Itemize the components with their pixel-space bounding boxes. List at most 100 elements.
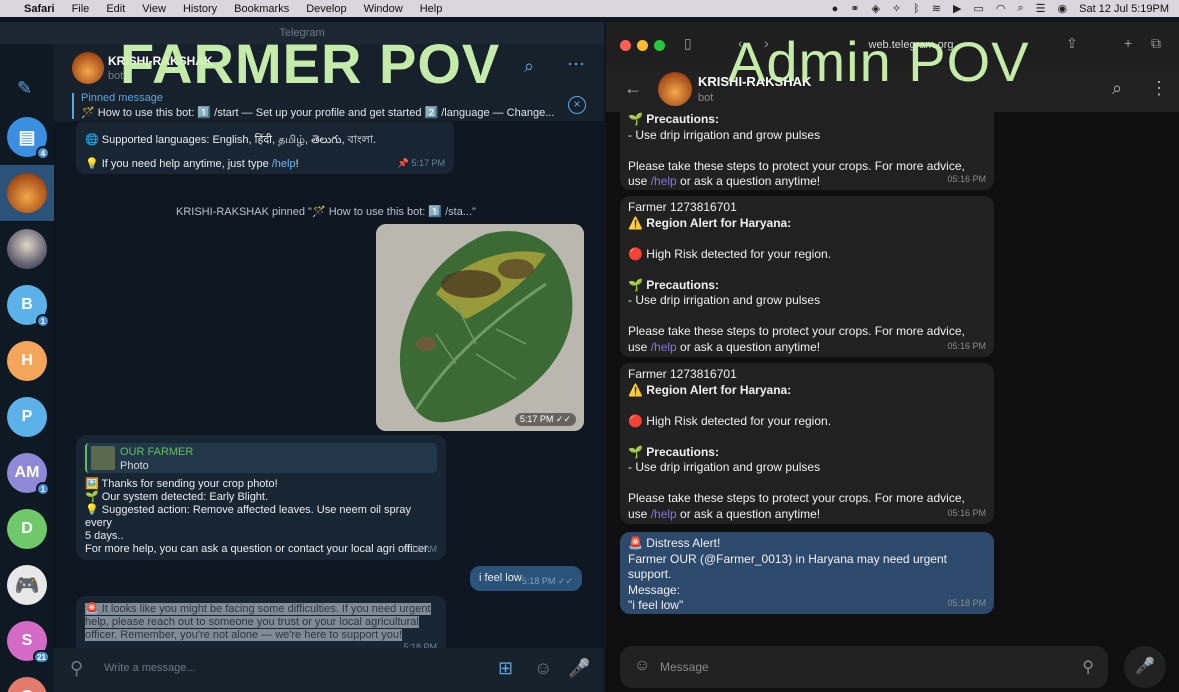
region-alert-bubble: Farmer 1273816701 ⚠️ Region Alert for Ha…	[620, 363, 994, 524]
unread-badge: 21	[33, 650, 50, 664]
avatar-initials: P	[21, 408, 33, 425]
chat-item-am[interactable]: AM 1	[7, 453, 50, 496]
message-time: 5:18 PM ✓✓	[521, 576, 573, 586]
sidebar-icon[interactable]: ▯	[684, 35, 692, 52]
close-icon[interactable]: ×	[568, 96, 586, 114]
chat-item-b[interactable]: B 1	[7, 285, 50, 328]
play-icon[interactable]: ▶	[953, 2, 961, 15]
search-icon[interactable]: ⌕	[524, 56, 534, 77]
vpn-icon[interactable]: ◈	[871, 2, 879, 15]
chat-item-gaming[interactable]: 🎮	[7, 565, 47, 605]
precautions-text: - Use drip irrigation and grow pulses	[628, 460, 821, 474]
back-arrow-icon[interactable]: ←	[624, 78, 642, 99]
control-center-icon[interactable]: ☰	[1036, 2, 1046, 15]
stats-icon[interactable]: ≋	[932, 2, 941, 15]
emoji-icon[interactable]: ☺	[634, 657, 650, 675]
microphone-icon[interactable]: 🎤	[1124, 646, 1166, 688]
link-icon[interactable]: ⚭	[850, 2, 859, 15]
farmer-pov-label: FARMER POV	[120, 32, 501, 95]
message-line: 🚨 It looks like you might be facing some…	[85, 603, 431, 615]
menu-bookmarks[interactable]: Bookmarks	[234, 3, 289, 15]
menu-file[interactable]: File	[72, 3, 90, 15]
bot-avatar[interactable]	[72, 52, 104, 84]
chat-item-archive[interactable]: ▤ 4	[7, 117, 50, 160]
wifi-icon[interactable]: ◠	[996, 2, 1006, 15]
message-text: use	[628, 339, 651, 354]
chat-item-h[interactable]: H	[7, 341, 47, 381]
menu-history[interactable]: History	[183, 3, 217, 15]
menu-help[interactable]: Help	[420, 3, 443, 15]
emoji-icon[interactable]: ☺	[534, 658, 552, 679]
reply-preview[interactable]: OUR FARMER Photo	[85, 443, 437, 473]
gamepad-icon: 🎮	[14, 574, 40, 597]
chat-item-s[interactable]: S 21	[7, 621, 50, 664]
menu-edit[interactable]: Edit	[106, 3, 125, 15]
close-window-button[interactable]	[620, 40, 631, 51]
bluetooth-icon[interactable]: ᛒ	[913, 3, 920, 15]
accessibility-icon[interactable]: ✧	[892, 2, 901, 15]
message-text: use	[628, 174, 651, 188]
crop-photo[interactable]: 5:17 PM ✓✓	[376, 224, 584, 431]
spotlight-search-icon[interactable]: ⌕	[1017, 2, 1023, 15]
minimize-window-button[interactable]	[637, 40, 648, 51]
message-input[interactable]: Write a message...	[104, 662, 196, 674]
message-time: 05:18 PM	[947, 597, 986, 608]
microphone-icon[interactable]: 🎤	[568, 658, 590, 679]
new-tab-icon[interactable]: +	[1124, 35, 1132, 51]
menubar-clock[interactable]: Sat 12 Jul 5:19PM	[1079, 3, 1169, 15]
message-input[interactable]: Message	[660, 660, 709, 674]
more-vertical-icon[interactable]: ⋮	[1150, 78, 1168, 99]
chat-item-g[interactable]: G	[7, 677, 47, 692]
zoom-window-button[interactable]	[654, 40, 665, 51]
battery-icon[interactable]: ▭	[973, 2, 983, 15]
share-icon[interactable]: ⇪	[1066, 35, 1078, 52]
alert-bubble-partial: 🌱 Precautions: - Use drip irrigation and…	[620, 112, 994, 190]
message-area: 🌐 Supported languages: English, हिंदी, த…	[54, 122, 604, 670]
pinned-system-message: KRISHI-RAKSHAK pinned "🪄 How to use this…	[176, 206, 476, 218]
menu-window[interactable]: Window	[364, 3, 403, 15]
message-time: 05:16 PM	[947, 173, 986, 184]
advice-line: Please take these steps to protect your …	[628, 491, 965, 505]
attach-icon[interactable]: ⚲	[1082, 657, 1094, 677]
chat-item-krishi-rakshak[interactable]	[7, 173, 47, 213]
bot-status: bot	[698, 92, 714, 104]
more-icon[interactable]: ⋯	[567, 54, 585, 75]
help-link[interactable]: /help	[651, 340, 677, 354]
message-bubble-outgoing: i feel low 5:18 PM ✓✓	[470, 566, 582, 591]
search-icon[interactable]: ⌕	[1112, 78, 1122, 99]
menu-view[interactable]: View	[142, 3, 166, 15]
attach-icon[interactable]: ⚲	[70, 658, 83, 679]
pinned-indicator	[72, 93, 74, 119]
advice-line: Please take these steps to protect your …	[628, 324, 965, 338]
message-line: 💡 If you need help anytime, just type /h…	[85, 158, 445, 171]
message-time: 05:16 PM	[947, 340, 986, 351]
farmer-id: Farmer 1273816701	[628, 200, 737, 214]
help-link[interactable]: /help	[651, 507, 677, 521]
siri-icon[interactable]: ◉	[1058, 2, 1068, 15]
message-line: 5 days..	[85, 530, 124, 542]
message-text: or ask a question anytime!	[676, 506, 821, 521]
chat-item-d[interactable]: D	[7, 509, 47, 549]
bot-avatar[interactable]	[658, 72, 692, 106]
precautions-title: 🌱 Precautions:	[628, 277, 719, 292]
message-line: support.	[628, 567, 672, 581]
unread-badge: 4	[36, 146, 50, 160]
unread-badge: 1	[36, 314, 50, 328]
record-icon[interactable]: ●	[832, 3, 839, 15]
message-line: help, please reach out to someone you tr…	[85, 616, 419, 628]
compose-icon[interactable]: ✎	[17, 78, 32, 99]
help-link[interactable]: /help	[651, 174, 677, 188]
pinned-text: 🪄 How to use this bot: 1️⃣ /start — Set …	[81, 107, 555, 119]
chat-item-p[interactable]: P	[7, 397, 47, 437]
menu-app-safari[interactable]: Safari	[24, 3, 55, 15]
chat-item-contact[interactable]	[7, 229, 47, 269]
photo-time: 5:17 PM ✓✓	[514, 413, 576, 426]
menu-develop[interactable]: Develop	[306, 3, 346, 15]
avatar-initials: S	[21, 632, 33, 649]
message-text: or ask a question anytime!	[676, 174, 821, 188]
macos-menubar: Safari File Edit View History Bookmarks …	[0, 0, 1179, 17]
help-link[interactable]: /help	[272, 158, 296, 170]
tabs-overview-icon[interactable]: ⧉	[1151, 35, 1161, 52]
bot-commands-icon[interactable]: ⊞	[498, 658, 513, 679]
